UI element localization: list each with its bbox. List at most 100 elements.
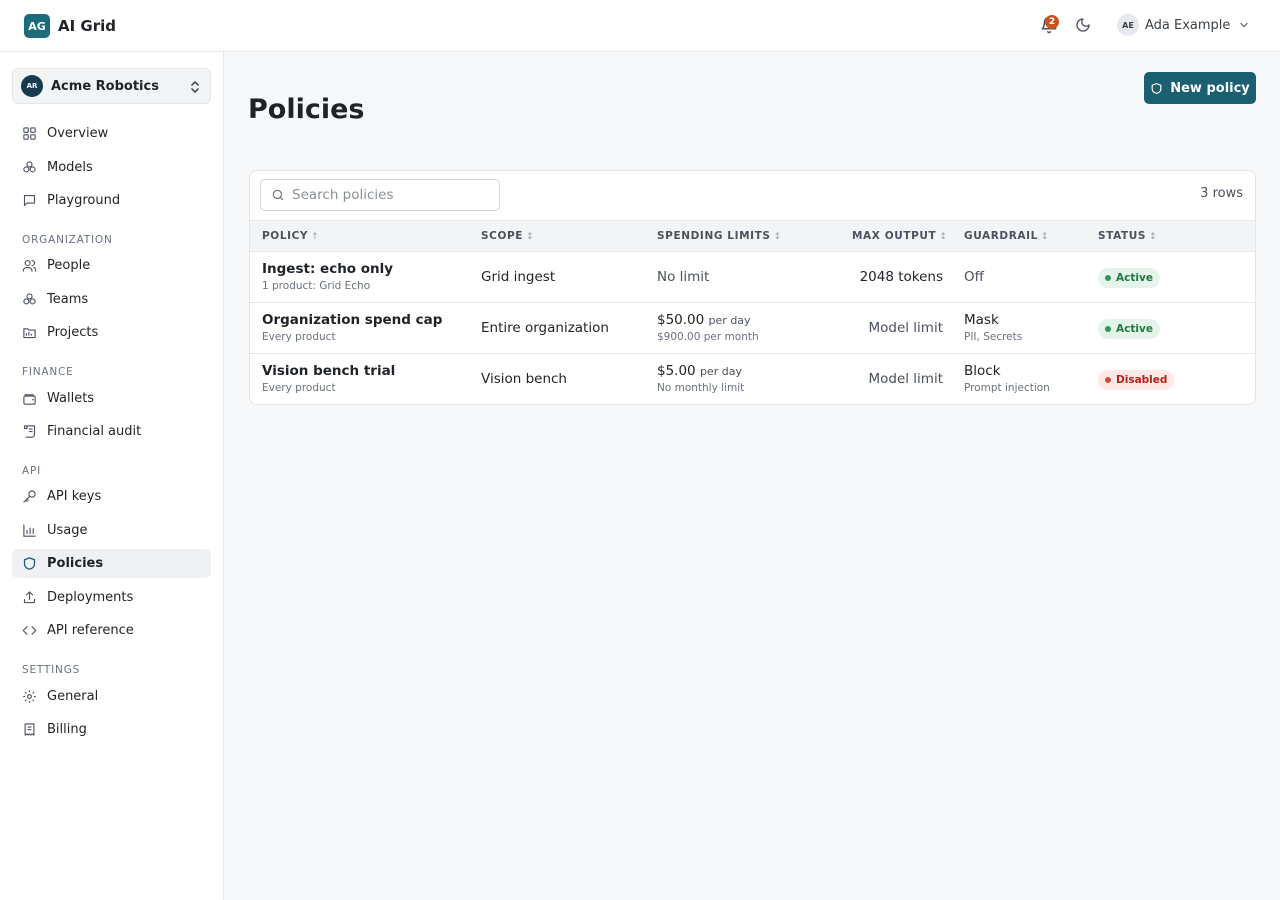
- teams-icon: [23, 293, 36, 305]
- sort-icon: ↕: [526, 232, 535, 242]
- column-header-spending-limits[interactable]: SPENDING LIMITS ↕: [657, 230, 782, 242]
- sidebar-item-policies[interactable]: Policies: [12, 549, 211, 578]
- brand-name: AI Grid: [58, 17, 117, 35]
- policies-table: 3 rows POLICY↑ SCOPE↕ SPENDING LIMITS↕ M…: [249, 170, 1256, 405]
- daily-limit: $5.00: [657, 363, 696, 379]
- sidebar-item-label: Projects: [47, 325, 99, 340]
- avatar: AE: [1117, 14, 1139, 36]
- column-header-scope[interactable]: SCOPE ↕: [481, 230, 534, 242]
- search-box[interactable]: [260, 179, 500, 211]
- chevron-down-icon: [1240, 22, 1248, 28]
- scope-cell: Grid ingest: [481, 269, 556, 285]
- brand-logo: AG: [24, 14, 50, 38]
- table-row[interactable]: Organization spend cap Every product Ent…: [250, 303, 1255, 354]
- sidebar-item-general[interactable]: General: [12, 682, 211, 711]
- sidebar-item-models[interactable]: Models: [12, 153, 211, 182]
- sort-icon: ↑: [311, 232, 320, 242]
- column-header-guardrail[interactable]: GUARDRAIL ↕: [964, 230, 1049, 242]
- sidebar-item-label: Billing: [47, 722, 87, 737]
- spending-limit-cell: No limit: [657, 269, 710, 285]
- max-output-cell: 2048 tokens: [859, 269, 943, 285]
- sidebar-item-label: Policies: [47, 556, 104, 571]
- sort-icon: ↕: [1149, 232, 1158, 242]
- moon-icon[interactable]: [1075, 17, 1091, 33]
- table-header: POLICY ↑ SCOPE ↕ SPENDING LIMITS ↕ MAX OUTP…: [250, 220, 1255, 252]
- sidebar-item-label: Teams: [47, 292, 89, 307]
- status-badge: Active: [1098, 268, 1160, 288]
- sidebar-item-billing[interactable]: Billing: [12, 715, 211, 744]
- column-header-status[interactable]: STATUS ↕: [1098, 230, 1157, 242]
- sidebar-item-people[interactable]: People: [12, 251, 211, 280]
- search-input[interactable]: [292, 187, 492, 203]
- sidebar-item-label: API keys: [47, 489, 102, 504]
- sidebar-item-financial-audit[interactable]: Financial audit: [12, 417, 211, 446]
- chevron-up-down-icon: [191, 81, 199, 93]
- max-output-cell: Model limit: [868, 371, 943, 387]
- sidebar-item-label: Models: [47, 160, 93, 175]
- table-row[interactable]: Vision bench trial Every product Vision …: [250, 354, 1255, 404]
- wallet-icon: [23, 394, 36, 405]
- sidebar-item-label: Usage: [47, 523, 88, 538]
- spending-limit-cell: $50.00 per day $900.00 per month: [657, 312, 759, 343]
- guardrail-cell: Block: [964, 363, 1001, 379]
- guardrail-cell: Off: [964, 269, 984, 285]
- folder-icon: [23, 328, 36, 339]
- bar-chart-icon: [23, 524, 36, 537]
- sidebar-item-label: API reference: [47, 623, 134, 638]
- user-menu[interactable]: AE Ada Example: [1117, 14, 1250, 36]
- sidebar-section-api: API: [22, 465, 42, 477]
- policy-subtitle: Every product: [262, 331, 336, 343]
- receipt-icon: [24, 723, 35, 736]
- sidebar-item-label: Playground: [47, 193, 121, 208]
- column-header-max-output[interactable]: MAX OUTPUT ↕: [852, 230, 947, 242]
- sidebar-item-overview[interactable]: Overview: [12, 119, 211, 148]
- sidebar-item-api-keys[interactable]: API keys: [12, 482, 211, 511]
- org-switcher[interactable]: AR Acme Robotics: [12, 68, 211, 104]
- daily-limit-unit: per day: [708, 314, 751, 327]
- new-policy-button[interactable]: New policy: [1144, 72, 1256, 104]
- sidebar-section-finance: FINANCE: [22, 366, 74, 378]
- table-row[interactable]: Ingest: echo only 1 product: Grid Echo G…: [250, 252, 1255, 303]
- notification-badge: 2: [1045, 15, 1059, 29]
- monthly-limit: No monthly limit: [657, 382, 745, 394]
- daily-limit-unit: per day: [699, 365, 742, 378]
- sidebar-item-projects[interactable]: Projects: [12, 318, 211, 347]
- grid-icon: [23, 127, 36, 140]
- sidebar-item-teams[interactable]: Teams: [12, 285, 211, 314]
- spending-limit-cell: $5.00 per day No monthly limit: [657, 363, 744, 394]
- status-badge: Active: [1098, 319, 1160, 339]
- sidebar-item-playground[interactable]: Playground: [12, 186, 211, 215]
- shield-icon: [23, 557, 36, 570]
- sidebar-item-label: Deployments: [47, 590, 134, 605]
- key-icon: [23, 490, 36, 503]
- scope-cell: Vision bench: [481, 371, 567, 387]
- sort-icon: ↕: [773, 232, 782, 242]
- sidebar-item-api-reference[interactable]: API reference: [12, 616, 211, 645]
- sidebar-item-usage[interactable]: Usage: [12, 516, 211, 545]
- policy-name: Organization spend cap: [262, 312, 443, 328]
- sidebar-item-deployments[interactable]: Deployments: [12, 583, 211, 612]
- policy-subtitle: 1 product: Grid Echo: [262, 280, 371, 292]
- search-icon: [272, 189, 284, 201]
- guardrail-detail: PII, Secrets: [964, 331, 1023, 343]
- policy-name: Vision bench trial: [262, 363, 396, 379]
- top-bar: AG AI Grid 2 AE Ada Example: [0, 0, 1280, 52]
- sidebar-item-label: Overview: [47, 126, 109, 141]
- guardrail-detail: Prompt injection: [964, 382, 1050, 394]
- new-policy-label: New policy: [1170, 80, 1250, 96]
- brand[interactable]: AG AI Grid: [24, 14, 116, 38]
- sidebar-section-settings: SETTINGS: [22, 664, 81, 676]
- models-icon: [23, 161, 36, 173]
- sidebar-item-wallets[interactable]: Wallets: [12, 384, 211, 413]
- scope-cell: Entire organization: [481, 320, 609, 336]
- guardrail-cell: Mask: [964, 312, 999, 328]
- sidebar-section-organization: ORGANIZATION: [22, 234, 113, 246]
- sort-icon: ↕: [1040, 232, 1050, 242]
- max-output-cell: Model limit: [868, 320, 943, 336]
- row-count: 3 rows: [1200, 186, 1243, 201]
- daily-limit: $50.00: [657, 312, 705, 328]
- monthly-limit: $900.00 per month: [657, 331, 759, 343]
- sidebar-item-label: People: [47, 258, 91, 273]
- column-header-policy[interactable]: POLICY ↑: [262, 230, 319, 242]
- sidebar-item-label: General: [47, 689, 99, 704]
